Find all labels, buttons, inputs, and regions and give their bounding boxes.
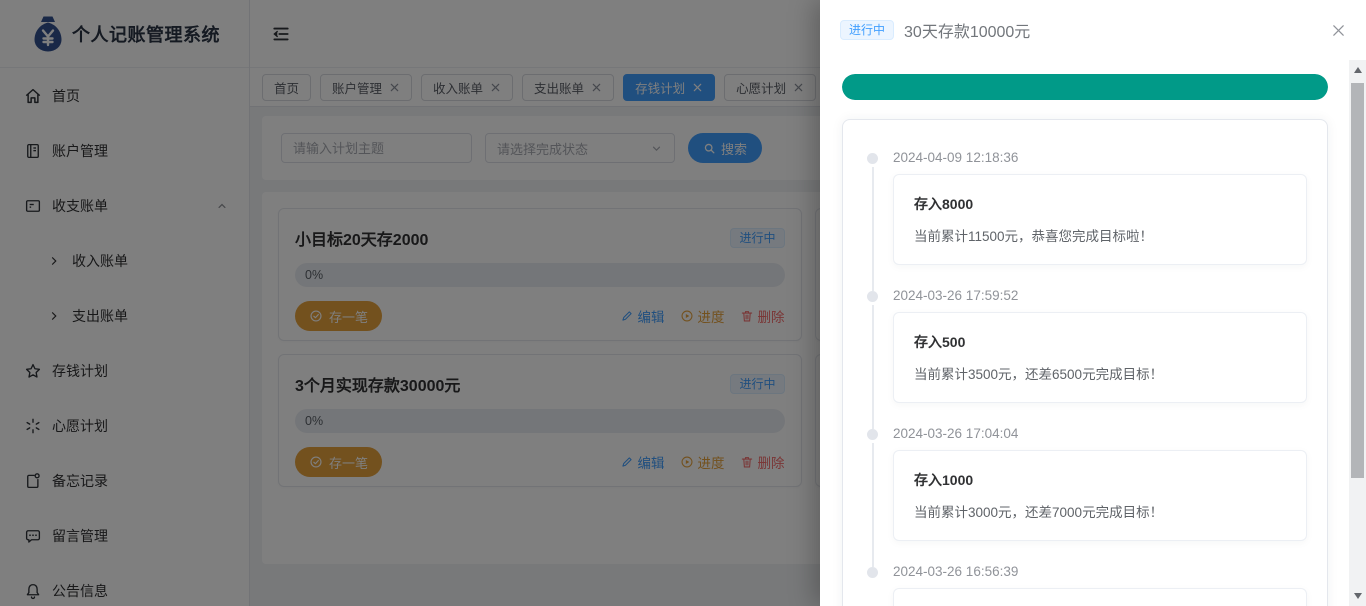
deposit-desc: 当前累计3000元，还差7000元完成目标！ [914,505,1164,520]
goal-progress-bar [842,74,1328,100]
deposit-title: 存入1000 [914,472,974,488]
timeline-tail [872,305,874,429]
timeline-timestamp: 2024-03-26 16:56:39 [893,564,1019,579]
timeline-dot-icon [867,429,878,440]
timeline-dot-icon [867,153,878,164]
scrollbar-track[interactable] [1349,60,1366,606]
drawer-header: 进行中 30天存款10000元 [820,0,1366,60]
timeline-card: 存入500 当前累计3500元，还差6500元完成目标！ [893,312,1307,403]
timeline-dot-icon [867,567,878,578]
timeline-item: 2024-03-26 16:56:39 存入2000 [867,564,1307,606]
timeline-timestamp: 2024-03-26 17:04:04 [893,426,1019,441]
deposit-desc: 当前累计11500元，恭喜您完成目标啦！ [914,229,1154,244]
timeline-card: 存入1000 当前累计3000元，还差7000元完成目标！ [893,450,1307,541]
scrollbar-down-arrow[interactable] [1349,587,1366,604]
timeline-card: 存入2000 [893,588,1307,606]
drawer-title: 30天存款10000元 [904,24,1031,41]
deposit-title: 存入500 [914,334,966,350]
timeline-tail [872,167,874,291]
progress-drawer: 进行中 30天存款10000元 2024-04-09 12:18:36 存入80… [820,0,1366,606]
timeline-timestamp: 2024-03-26 17:59:52 [893,288,1019,303]
scrollbar-thumb[interactable] [1351,83,1364,478]
status-badge: 进行中 [840,20,895,40]
timeline-item: 2024-04-09 12:18:36 存入8000 当前累计11500元，恭喜… [867,150,1307,291]
close-icon[interactable] [1331,23,1346,38]
deposit-desc: 当前累计3500元，还差6500元完成目标！ [914,367,1164,382]
timeline-dot-icon [867,291,878,302]
drawer-body: 2024-04-09 12:18:36 存入8000 当前累计11500元，恭喜… [820,60,1349,606]
timeline-item: 2024-03-26 17:04:04 存入1000 当前累计3000元，还差7… [867,426,1307,567]
timeline-tail [872,443,874,567]
goal-progress-fill [842,74,1328,100]
app-window: 个人记账管理系统 首页 账户管理 收支账单 [0,0,1366,606]
timeline-card: 存入8000 当前累计11500元，恭喜您完成目标啦！ [893,174,1307,265]
deposit-title: 存入8000 [914,196,974,212]
timeline-timestamp: 2024-04-09 12:18:36 [893,150,1019,165]
timeline-item: 2024-03-26 17:59:52 存入500 当前累计3500元，还差65… [867,288,1307,429]
scrollbar-up-arrow[interactable] [1349,62,1366,79]
timeline-panel: 2024-04-09 12:18:36 存入8000 当前累计11500元，恭喜… [842,119,1328,606]
